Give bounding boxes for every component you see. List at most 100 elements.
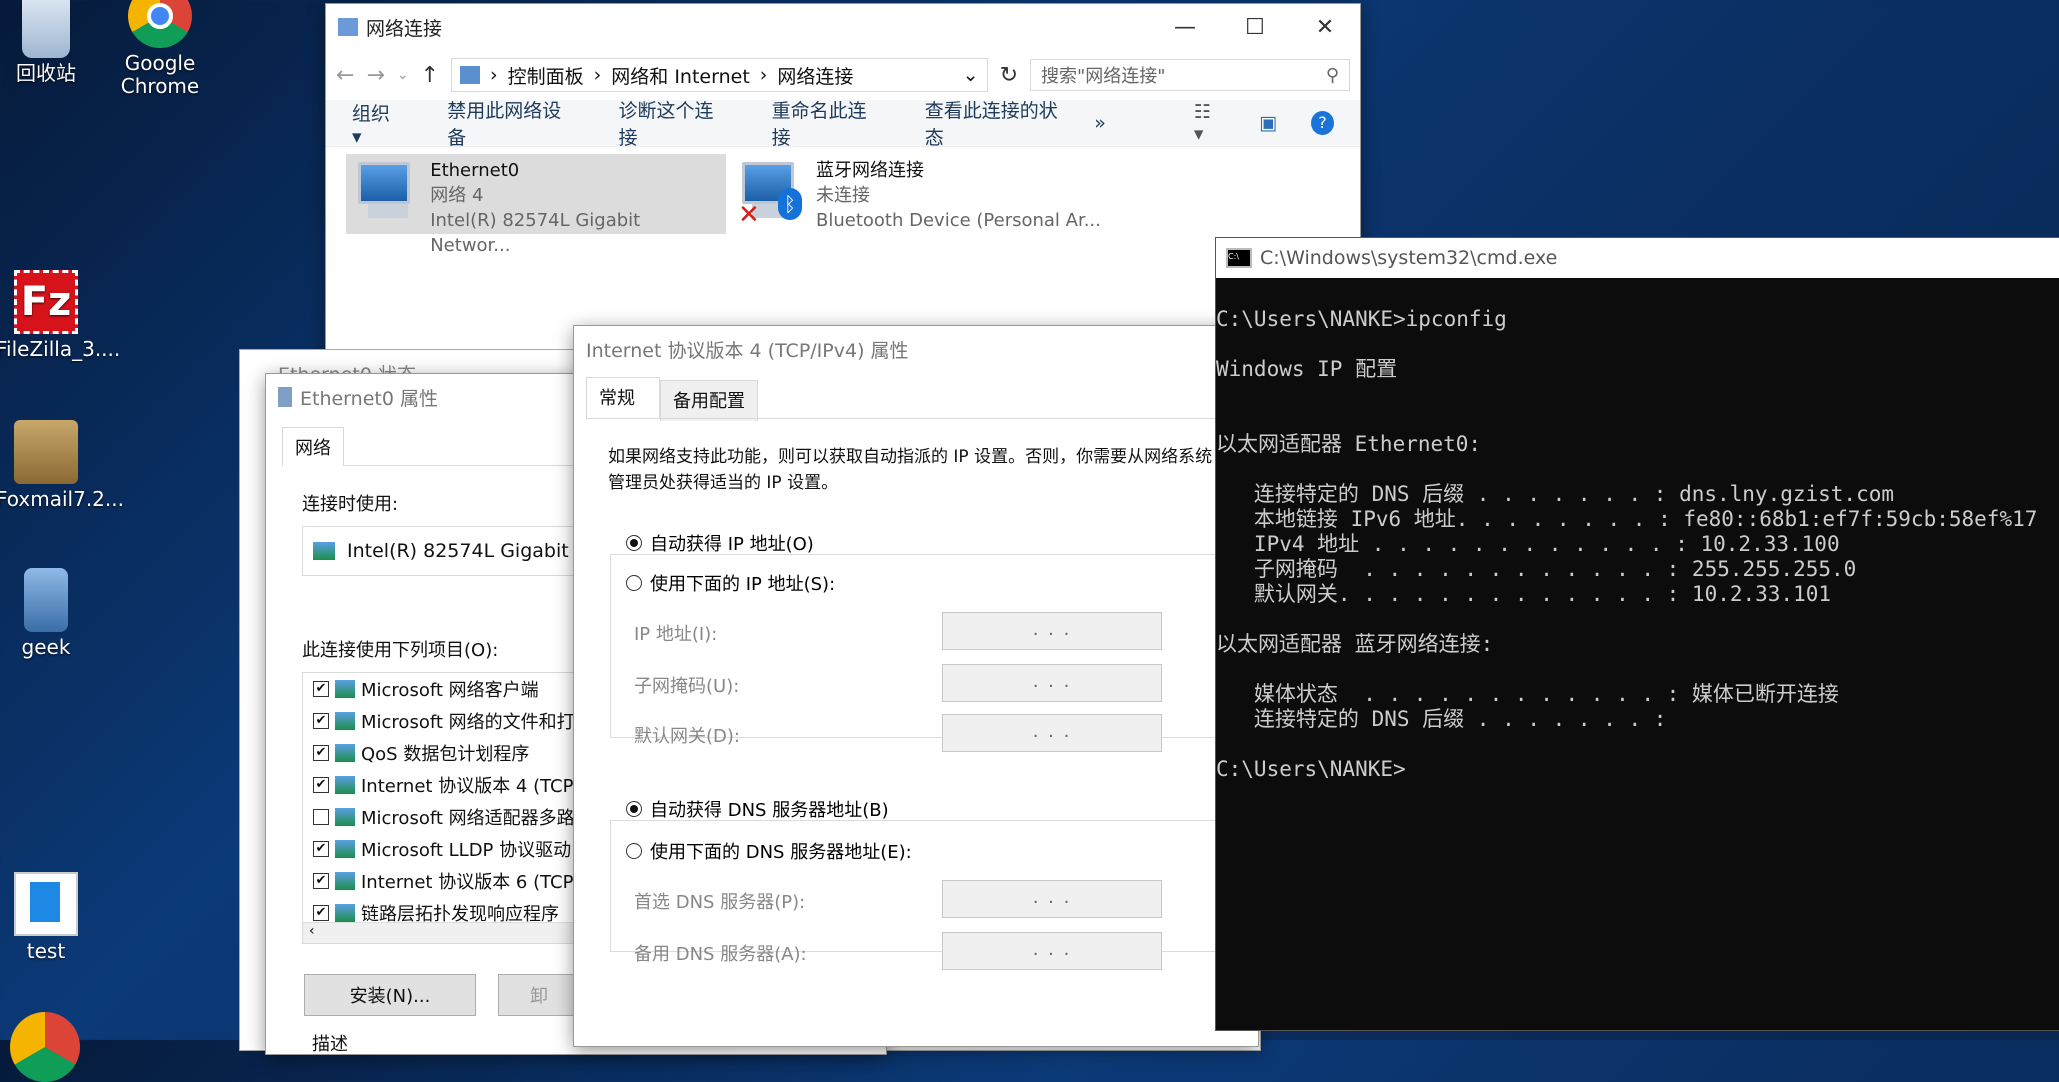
protocol-icon (335, 808, 355, 826)
protocol-icon (335, 904, 355, 922)
command-prompt-window: C:\ C:\Windows\system32\cmd.exe C:\Users… (1216, 238, 2059, 1030)
checkbox[interactable]: ✔ (313, 713, 329, 729)
chevron-left-icon[interactable]: ‹ (309, 923, 315, 939)
checkbox[interactable]: ✔ (313, 777, 329, 793)
desktop-icon-label: FileZilla_3.... (0, 337, 121, 361)
foxmail-icon (14, 420, 78, 484)
disconnected-x-icon: ✕ (738, 200, 760, 230)
desktop-icon-filezilla[interactable]: Fz FileZilla_3.... (0, 270, 121, 361)
minimize-button[interactable]: — (1150, 4, 1220, 50)
rename-button[interactable]: 重命名此连接 (772, 96, 881, 150)
document-icon (14, 872, 78, 936)
help-icon[interactable]: ? (1311, 111, 1334, 135)
breadcrumb-item[interactable]: 网络和 Internet (611, 62, 749, 89)
address-bar[interactable]: › 控制面板 › 网络和 Internet › 网络连接 ⌄ (451, 58, 988, 92)
filezilla-icon: Fz (14, 270, 78, 334)
organize-menu[interactable]: 组织 ▾ (352, 99, 403, 148)
protocol-icon (335, 776, 355, 794)
connection-name: 蓝牙网络连接 (816, 160, 924, 181)
manual-ip-radio[interactable]: 使用下面的 IP 地址(S): (626, 570, 844, 596)
connection-bluetooth[interactable]: ✕ ᛒ 蓝牙网络连接 未连接 Bluetooth Device (Persona… (730, 154, 1130, 234)
desktop-icon-label: test (26, 939, 66, 963)
disable-device-button[interactable]: 禁用此网络设备 (447, 96, 574, 150)
title-bar: 网络连接 — ☐ ✕ (326, 4, 1360, 50)
title-bar: Internet 协议版本 4 (TCP/IPv4) 属性 (574, 326, 1258, 372)
command-bar: 组织 ▾ 禁用此网络设备 诊断这个连接 重命名此连接 查看此连接的状态 » ☷ … (326, 99, 1360, 149)
checkbox[interactable]: ✔ (313, 873, 329, 889)
list-item[interactable]: ✔ Internet 协议版本 6 (TCP (303, 865, 577, 897)
list-item[interactable]: ✔ Microsoft 网络客户端 (303, 673, 577, 705)
desktop-icon-recycle-bin[interactable]: 回收站 (0, 0, 96, 85)
more-commands-button[interactable]: » (1094, 112, 1106, 134)
desktop-icon-test[interactable]: test (0, 872, 96, 963)
recycle-bin-icon (22, 0, 70, 58)
adapter-name: Intel(R) 82574L Gigabit N (347, 540, 589, 562)
list-item[interactable]: ✔ QoS 数据包计划程序 (303, 737, 577, 769)
desktop-icon-geek[interactable]: geek (0, 568, 96, 659)
checkbox[interactable] (313, 809, 329, 825)
console-output[interactable]: C:\Users\NANKE>ipconfig Windows IP 配置 以太… (1216, 278, 2059, 782)
network-client-icon (335, 712, 355, 730)
auto-dns-radio[interactable]: 自动获得 DNS 服务器地址(B) (626, 796, 889, 822)
up-arrow-icon[interactable]: ↑ (421, 63, 439, 88)
diagnose-button[interactable]: 诊断这个连接 (619, 96, 728, 150)
view-options-icon[interactable]: ☷ ▾ (1194, 101, 1225, 145)
checkbox[interactable]: ✔ (313, 841, 329, 857)
desktop-icon-label: geek (21, 635, 71, 659)
desktop-icon-label: Google Chrome (120, 51, 200, 98)
forward-arrow-icon[interactable]: → (366, 63, 384, 88)
close-button[interactable]: ✕ (1290, 4, 1360, 50)
desktop-icon-chrome[interactable]: Google Chrome (110, 0, 210, 98)
preview-pane-icon[interactable]: ▣ (1259, 112, 1277, 134)
subnet-mask-label: 子网掩码(U): (634, 676, 740, 697)
tab-general[interactable]: 常规 (586, 377, 660, 418)
horizontal-scrollbar[interactable]: ‹ (303, 922, 577, 943)
tab-alternate[interactable]: 备用配置 (660, 380, 758, 421)
component-list[interactable]: ✔ Microsoft 网络客户端 ✔ Microsoft 网络的文件和打 ✔ QoS… (302, 672, 578, 944)
maximize-button[interactable]: ☐ (1220, 4, 1290, 50)
ip-address-input[interactable]: . . . (942, 612, 1162, 650)
description-text: 如果网络支持此功能，则可以获取自动指派的 IP 设置。否则，你需要从网络系统管理… (608, 447, 1213, 493)
auto-ip-radio[interactable]: 自动获得 IP 地址(O) (626, 530, 814, 556)
preferred-dns-input[interactable]: . . . (942, 880, 1162, 918)
gateway-label: 默认网关(D): (634, 726, 740, 747)
chrome-icon[interactable] (10, 1012, 80, 1082)
chevron-down-icon[interactable]: ⌄ (397, 67, 409, 83)
install-button[interactable]: 安装(N)... (304, 974, 476, 1016)
breadcrumb-item[interactable]: 网络连接 (777, 62, 952, 89)
subnet-mask-input[interactable]: . . . (942, 664, 1162, 702)
title-bar: C:\ C:\Windows\system32\cmd.exe (1216, 238, 2059, 278)
list-item[interactable]: Microsoft 网络适配器多路 (303, 801, 577, 833)
network-client-icon (335, 680, 355, 698)
desktop-icon-foxmail[interactable]: Foxmail7.2... (0, 420, 124, 511)
list-item[interactable]: ✔ Internet 协议版本 4 (TCP (303, 769, 577, 801)
alternate-dns-input[interactable]: . . . (942, 932, 1162, 970)
network-adapter-icon (354, 158, 416, 228)
checkbox[interactable]: ✔ (313, 681, 329, 697)
network-adapter-icon: ✕ ᛒ (738, 158, 802, 228)
connection-ethernet0[interactable]: Ethernet0 网络 4 Intel(R) 82574L Gigabit N… (346, 154, 726, 256)
control-panel-icon (460, 66, 481, 84)
uninstall-button[interactable]: 卸 (498, 974, 580, 1016)
search-input[interactable]: 搜索"网络连接" ⚲ (1030, 59, 1350, 91)
manual-dns-radio[interactable]: 使用下面的 DNS 服务器地址(E): (626, 838, 920, 864)
description-label: 描述 (312, 1034, 348, 1055)
breadcrumb-item[interactable]: 控制面板 (508, 62, 584, 89)
connection-device: Intel(R) 82574L Gigabit Networ... (430, 210, 641, 256)
chevron-down-icon[interactable]: ⌄ (963, 64, 979, 86)
checkbox[interactable]: ✔ (313, 905, 329, 921)
back-arrow-icon[interactable]: ← (336, 63, 354, 88)
protocol-icon (335, 872, 355, 890)
view-status-button[interactable]: 查看此连接的状态 (925, 96, 1070, 150)
network-adapter-icon (313, 542, 335, 560)
window-title: Ethernet0 属性 (300, 387, 438, 410)
checkbox[interactable]: ✔ (313, 745, 329, 761)
list-item[interactable]: ✔ Microsoft LLDP 协议驱动 (303, 833, 577, 865)
list-item[interactable]: ✔ Microsoft 网络的文件和打 (303, 705, 577, 737)
gateway-input[interactable]: . . . (942, 714, 1162, 752)
connection-network: 未连接 (816, 185, 870, 206)
tab-network[interactable]: 网络 (282, 427, 344, 466)
cmd-icon: C:\ (1226, 248, 1252, 268)
tab-strip: 常规 备用配置 (574, 376, 1258, 421)
refresh-icon[interactable]: ↻ (1000, 63, 1018, 88)
